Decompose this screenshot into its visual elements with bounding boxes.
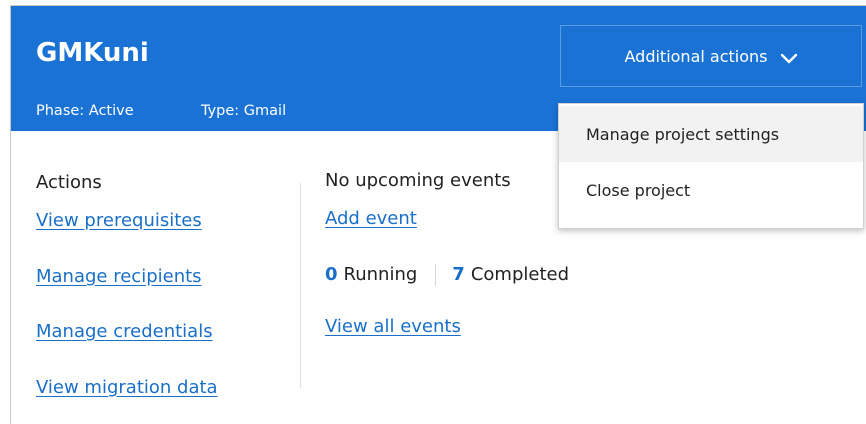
running-label: Running <box>343 264 418 285</box>
no-upcoming-events-text: No upcoming events <box>325 171 511 191</box>
menu-item-manage-project-settings[interactable]: Manage project settings <box>559 106 863 162</box>
event-counts: 0 Running 7 Completed <box>325 264 569 286</box>
running-count: 0 <box>325 264 338 285</box>
additional-actions-label: Additional actions <box>624 46 768 66</box>
additional-actions-menu: Manage project settings Close project <box>558 103 864 229</box>
additional-actions-button[interactable]: Additional actions <box>560 25 862 87</box>
manage-credentials-link[interactable]: Manage credentials <box>36 323 213 341</box>
view-all-events-link[interactable]: View all events <box>325 318 461 336</box>
view-prerequisites-link[interactable]: View prerequisites <box>36 212 202 230</box>
project-type: Type: Gmail <box>201 103 287 119</box>
menu-item-label: Manage project settings <box>586 124 780 144</box>
column-divider <box>300 183 301 388</box>
actions-heading: Actions <box>36 172 102 193</box>
menu-item-close-project[interactable]: Close project <box>559 162 863 218</box>
view-migration-data-link[interactable]: View migration data <box>36 379 218 397</box>
count-separator <box>435 264 437 286</box>
completed-count: 7 <box>452 264 465 285</box>
manage-recipients-link[interactable]: Manage recipients <box>36 268 202 286</box>
project-title: GMKuni <box>36 38 149 68</box>
completed-label: Completed <box>470 264 570 285</box>
project-phase: Phase: Active <box>36 103 134 119</box>
project-page: GMKuni Phase: Active Type: Gmail Actions… <box>0 0 866 424</box>
menu-item-label: Close project <box>586 180 691 200</box>
chevron-down-icon <box>780 50 798 64</box>
add-event-link[interactable]: Add event <box>325 210 417 228</box>
